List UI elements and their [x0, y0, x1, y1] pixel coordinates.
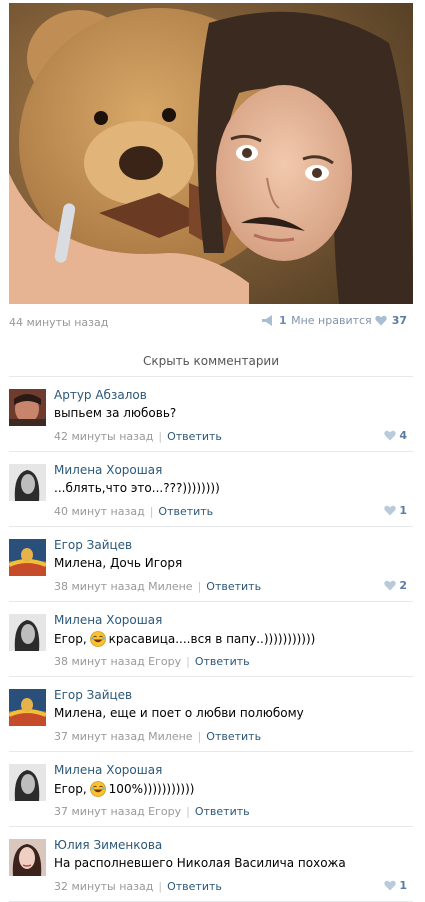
comment-time[interactable]: 38 минут назад Егору	[54, 655, 181, 668]
reply-link[interactable]: Ответить	[167, 430, 222, 443]
comment-item: Милена Хорошая Егор, 100%))))))))))) 37 м…	[9, 752, 413, 827]
avatar[interactable]	[9, 389, 46, 426]
avatar[interactable]	[9, 539, 46, 576]
comment-author[interactable]: Юлия Зименкова	[54, 838, 162, 852]
avatar[interactable]	[9, 839, 46, 876]
comment-like-button[interactable]: 4	[384, 429, 407, 442]
comment-item: Егор Зайцев Милена, еще и поет о любви п…	[9, 677, 413, 752]
post-photo[interactable]	[9, 3, 413, 304]
reply-link[interactable]: Ответить	[195, 805, 250, 818]
comment-time[interactable]: 37 минут назад Егору	[54, 805, 181, 818]
comment-like-button[interactable]: 2	[384, 579, 407, 592]
reply-link[interactable]: Ответить	[206, 580, 261, 593]
comment-text: Милена, Дочь Игоря	[54, 556, 183, 570]
comment-text-after: красавица....вся в папу..)))))))))))	[108, 632, 316, 646]
comment-meta: 42 минуты назад | Ответить	[54, 430, 222, 443]
heart-icon	[384, 880, 397, 891]
comment-meta: 38 минут назад Егору | Ответить	[54, 655, 250, 668]
comment-author[interactable]: Егор Зайцев	[54, 538, 132, 552]
reply-link[interactable]: Ответить	[167, 880, 222, 893]
comment-author[interactable]: Милена Хорошая	[54, 463, 162, 477]
comment-meta: 37 минут назад Милене | Ответить	[54, 730, 262, 743]
comment-meta: 38 минут назад Милене | Ответить	[54, 580, 262, 593]
hide-comments-link[interactable]: Скрыть комментарии	[9, 346, 413, 377]
comment-time[interactable]: 40 минут назад	[54, 505, 145, 518]
megaphone-icon	[262, 315, 272, 326]
comment-item: Милена Хорошая ...блять,что это...???)))…	[9, 452, 413, 527]
heart-icon	[374, 315, 387, 326]
like-count: 37	[391, 314, 407, 327]
comment-item: Артур Абзалов выпьем за любовь? 42 минут…	[9, 377, 413, 452]
share-count: 1	[279, 314, 287, 327]
avatar[interactable]	[9, 614, 46, 651]
heart-icon	[384, 505, 397, 516]
avatar[interactable]	[9, 464, 46, 501]
comment-time[interactable]: 42 минуты назад	[54, 430, 153, 443]
comment-like-count: 4	[399, 429, 407, 442]
comment-like-count: 2	[399, 579, 407, 592]
comment-author[interactable]: Милена Хорошая	[54, 613, 162, 627]
comment-text: На располневшего Николая Василича похожа	[54, 856, 346, 870]
avatar[interactable]	[9, 689, 46, 726]
reply-link[interactable]: Ответить	[158, 505, 213, 518]
like-button[interactable]: Мне нравится 37	[291, 314, 407, 327]
comment-text: Егор, 100%)))))))))))	[54, 781, 194, 797]
post-time: 44 минуты назад	[9, 316, 109, 329]
comment-like-button[interactable]: 1	[384, 879, 407, 892]
comment-time[interactable]: 38 минут назад Милене	[54, 580, 193, 593]
comment-author[interactable]: Егор Зайцев	[54, 688, 132, 702]
comment-text-before: Егор,	[54, 632, 87, 646]
comment-text: ...блять,что это...???))))))))	[54, 481, 220, 495]
comment-item: Милена Хорошая Егор, красавица....вся в п…	[9, 602, 413, 677]
comment-text: выпьем за любовь?	[54, 406, 177, 420]
comment-meta: 37 минут назад Егору | Ответить	[54, 805, 250, 818]
reply-link[interactable]: Ответить	[206, 730, 261, 743]
share-button[interactable]: 1	[261, 314, 287, 327]
reply-link[interactable]: Ответить	[195, 655, 250, 668]
comment-time[interactable]: 37 минут назад Милене	[54, 730, 193, 743]
comment-like-count: 1	[399, 504, 407, 517]
heart-icon	[384, 430, 397, 441]
comment-author[interactable]: Артур Абзалов	[54, 388, 147, 402]
comment-meta: 32 минуты назад | Ответить	[54, 880, 222, 893]
comment-author[interactable]: Милена Хорошая	[54, 763, 162, 777]
comment-time[interactable]: 32 минуты назад	[54, 880, 153, 893]
comment-item: Юлия Зименкова На располневшего Николая …	[9, 827, 413, 902]
comment-text: Егор, красавица....вся в папу..))))))))))…	[54, 631, 315, 647]
comment-item: Егор Зайцев Милена, Дочь Игоря 38 минут …	[9, 527, 413, 602]
post-meta: 44 минуты назад 1 Мне нравится 37	[9, 314, 413, 332]
laughing-emoji-icon	[89, 781, 106, 797]
heart-icon	[384, 580, 397, 591]
comment-text-before: Егор,	[54, 782, 87, 796]
comment-text: Милена, еще и поет о любви полюбому	[54, 706, 304, 720]
like-label: Мне нравится	[291, 314, 372, 327]
laughing-emoji-icon	[89, 631, 106, 647]
comment-like-button[interactable]: 1	[384, 504, 407, 517]
comment-text-after: 100%)))))))))))	[108, 782, 195, 796]
comment-meta: 40 минут назад | Ответить	[54, 505, 214, 518]
avatar[interactable]	[9, 764, 46, 801]
comment-like-count: 1	[399, 879, 407, 892]
comments-list: Артур Абзалов выпьем за любовь? 42 минут…	[9, 377, 413, 902]
